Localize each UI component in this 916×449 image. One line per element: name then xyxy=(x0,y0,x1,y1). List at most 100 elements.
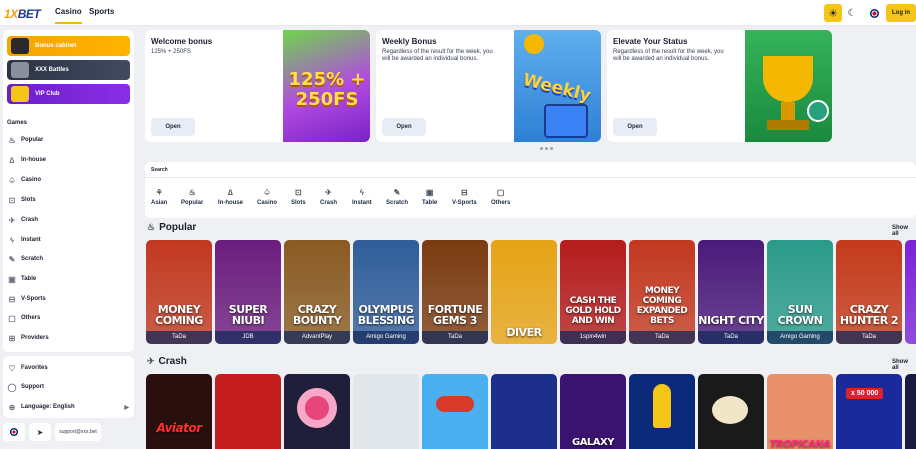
search-divider xyxy=(145,177,916,178)
game-tile[interactable]: CR xyxy=(905,240,916,344)
rocket-icon xyxy=(653,384,671,428)
category-popular[interactable]: ♨ Popular xyxy=(181,188,203,206)
footer-language-button[interactable] xyxy=(3,423,25,441)
category-slots[interactable]: ⊡ Slots xyxy=(291,188,306,206)
category-in-house[interactable]: ∆ In-house xyxy=(218,188,243,206)
game-tile[interactable]: x 50 000 xyxy=(836,374,902,449)
crash-section-title: ✈ Crash xyxy=(147,356,187,367)
heart-icon: ♡ xyxy=(8,363,16,373)
game-tile[interactable]: CRAZY HUNTER 2 TaDa xyxy=(836,240,902,344)
promo-banners: Welcome bonus 125% + 250FS Open 125% + 2… xyxy=(145,30,916,142)
category-instant[interactable]: ϟ Instant xyxy=(352,188,372,206)
banner-welcome-bonus[interactable]: Welcome bonus 125% + 250FS Open 125% + 2… xyxy=(145,30,370,142)
sidebar-item-popular[interactable]: ♨ Popular xyxy=(7,133,131,147)
game-tile[interactable] xyxy=(215,374,281,449)
login-button[interactable]: Log in xyxy=(886,4,916,22)
category-scratch[interactable]: ✎ Scratch xyxy=(386,188,408,206)
flame-icon: ∆ xyxy=(9,155,15,165)
scratch-icon: ✎ xyxy=(393,188,401,197)
light-theme-button[interactable]: ☀ xyxy=(824,4,842,22)
games-heading: Games xyxy=(7,120,28,126)
game-tile[interactable] xyxy=(629,374,695,449)
sidebar-item-providers[interactable]: ⊞ Providers xyxy=(7,331,131,345)
rocket-icon xyxy=(712,396,748,424)
game-tile[interactable] xyxy=(698,374,764,449)
fire-icon: ♨ xyxy=(8,135,16,145)
sidebar-item-crash[interactable]: ✈ Crash xyxy=(7,213,131,227)
category-casino[interactable]: ♤ Casino xyxy=(257,188,277,206)
moon-icon: ☾ xyxy=(847,7,857,19)
promo-label: VIP Club xyxy=(35,91,60,97)
tether-coin-icon xyxy=(807,100,829,122)
game-tile[interactable]: DIVER xyxy=(491,240,557,344)
banner-open-button[interactable]: Open xyxy=(613,118,657,136)
banner-subtitle: Regardless of the result for the week, y… xyxy=(613,49,724,62)
game-tile[interactable] xyxy=(905,374,916,449)
game-tile[interactable]: SUN CROWN Amigo Gaming xyxy=(767,240,833,344)
game-tile[interactable]: MONEY COMING EXPANDED BETS TaDa xyxy=(629,240,695,344)
trophy-icon xyxy=(11,86,29,102)
game-tile[interactable]: SUPER NIUBI JDB xyxy=(215,240,281,344)
category-crash[interactable]: ✈ Crash xyxy=(320,188,337,206)
footer-support-email[interactable]: support@xxx.bet xyxy=(55,423,101,441)
popular-section-title: ♨ Popular xyxy=(147,222,197,233)
language-flag-button[interactable] xyxy=(866,4,882,22)
game-tile[interactable]: FORTUNE GEMS 3 TaDa xyxy=(422,240,488,344)
sidebar-item-favorites[interactable]: ♡ Favorites xyxy=(7,361,131,375)
game-tile[interactable] xyxy=(491,374,557,449)
sidebar-item-in-house[interactable]: ∆ In-house xyxy=(7,153,131,167)
category-v-sports[interactable]: ⊟ V-Sports xyxy=(452,188,477,206)
game-tile[interactable]: TROPICANA xyxy=(767,374,833,449)
game-tile[interactable]: GALAXY xyxy=(560,374,626,449)
footer-telegram-button[interactable]: ➤ xyxy=(29,423,51,441)
sidebar-item-support[interactable]: ◯ Support xyxy=(7,380,131,394)
sidebar-item-casino[interactable]: ♤ Casino xyxy=(7,173,131,187)
banner-open-button[interactable]: Open xyxy=(382,118,426,136)
crash-show-all-link[interactable]: Show all xyxy=(892,359,916,371)
popular-show-all-link[interactable]: Show all xyxy=(892,225,916,237)
banner-elevate-status[interactable]: Elevate Your Status Regardless of the re… xyxy=(607,30,832,142)
crash-games-row: Aviator GALAXY TROPICANA x 50 000 xyxy=(145,374,916,449)
sidebar-item-others[interactable]: ▢ Others xyxy=(7,311,131,325)
game-tile[interactable]: NIGHT CITY TaDa xyxy=(698,240,764,344)
sidebar-item-scratch[interactable]: ✎ Scratch xyxy=(7,252,131,266)
multiplier-badge: x 50 000 xyxy=(846,388,884,399)
sidebar-item-instant[interactable]: ϟ Instant xyxy=(7,233,131,247)
category-others[interactable]: ▢ Others xyxy=(491,188,510,206)
sidebar-item-slots[interactable]: ⊡ Slots xyxy=(7,193,131,207)
box-icon: ▢ xyxy=(8,313,16,323)
trophy-base xyxy=(767,120,809,130)
promo-bonus-cabinet[interactable]: Bonus cabinet xyxy=(7,36,130,56)
game-tile[interactable] xyxy=(284,374,350,449)
sidebar-item-table[interactable]: ▣ Table xyxy=(7,272,131,286)
brand-logo[interactable]: 1XBET xyxy=(4,7,41,21)
language-selector[interactable]: ⊕ Language: English ▶ xyxy=(7,400,131,414)
spade-icon: ♤ xyxy=(263,188,271,197)
weekly-art-text: Weekly xyxy=(520,69,593,107)
banner-title: Weekly Bonus xyxy=(382,37,437,46)
game-tile[interactable] xyxy=(422,374,488,449)
carousel-dots[interactable] xyxy=(540,147,553,150)
game-tile[interactable]: CASH THE GOLD HOLD AND WIN 1spin4win xyxy=(560,240,626,344)
tab-sports[interactable]: Sports xyxy=(89,7,114,16)
slot-icon: ⊡ xyxy=(294,188,302,197)
promo-label: XXX Battles xyxy=(35,67,69,73)
game-tile[interactable]: CRAZY BOUNTY AdvantPlay xyxy=(284,240,350,344)
banner-weekly-bonus[interactable]: Weekly Bonus Regardless of the result fo… xyxy=(376,30,601,142)
promo-xxx-battles[interactable]: XXX Battles xyxy=(7,60,130,80)
spade-icon: ♤ xyxy=(8,175,16,185)
category-asian[interactable]: ⚘ Asian xyxy=(151,188,167,206)
search-input[interactable]: Search xyxy=(151,167,168,173)
tab-casino[interactable]: Casino xyxy=(55,7,82,24)
games-menu: Games ♨ Popular ∆ In-house ♤ Casino ⊡ Slots … xyxy=(3,114,134,352)
flag-uk-icon xyxy=(10,428,18,436)
game-tile[interactable]: Aviator xyxy=(146,374,212,449)
sidebar-item-v-sports[interactable]: ⊟ V-Sports xyxy=(7,292,131,306)
game-tile[interactable]: OLYMPUS BLESSING Amigo Gaming xyxy=(353,240,419,344)
promo-vip-club[interactable]: VIP Club xyxy=(7,84,130,104)
game-tile[interactable] xyxy=(353,374,419,449)
category-table[interactable]: ▣ Table xyxy=(422,188,437,206)
dark-theme-button[interactable]: ☾ xyxy=(844,4,860,22)
banner-open-button[interactable]: Open xyxy=(151,118,195,136)
game-tile[interactable]: MONEY COMING TaDa xyxy=(146,240,212,344)
